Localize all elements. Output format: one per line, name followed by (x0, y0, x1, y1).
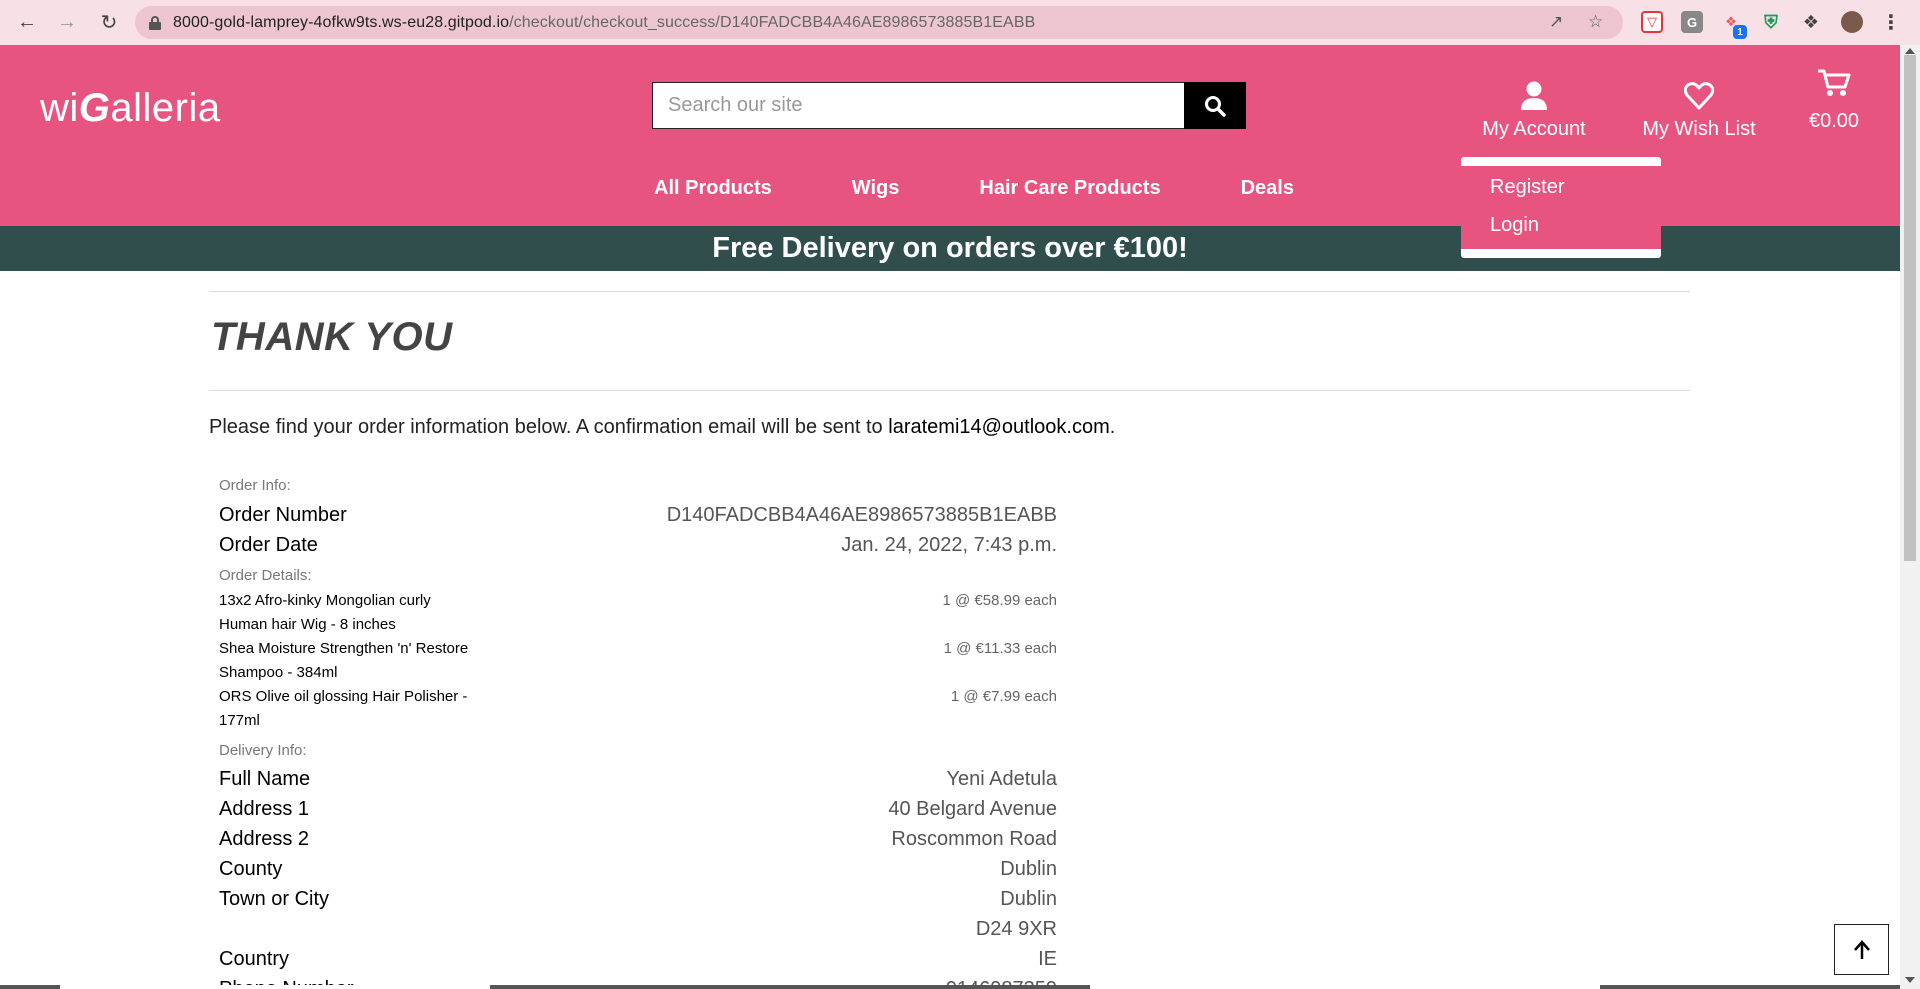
site-header: wiGalleria My Account My Wish List 0 (0, 45, 1900, 258)
delivery-label: Country (219, 948, 290, 970)
register-link[interactable]: Register (1461, 176, 1661, 199)
my-account-label: My Account (1482, 118, 1586, 140)
nav-hair-care-products[interactable]: Hair Care Products (979, 177, 1160, 200)
wish-list-label: My Wish List (1642, 118, 1756, 140)
main-nav: All Products Wigs Hair Care Products Dea… (654, 177, 1374, 200)
delivery-row: D24 9XR (219, 918, 1057, 941)
order-number-label: Order Number (219, 504, 347, 526)
cart-total: €0.00 (1808, 110, 1860, 132)
extension-badge: 1 (1733, 25, 1747, 39)
delivery-row: Full Name Yeni Adetula (219, 768, 1057, 791)
item-name: 13x2 Afro-kinky Mongolian curly Human ha… (219, 592, 431, 633)
item-name: Shea Moisture Strengthen 'n' Restore Sha… (219, 640, 469, 681)
delivery-value: Roscommon Road (891, 828, 1057, 850)
delivery-row: County Dublin (219, 858, 1057, 881)
arrow-up-icon (1853, 939, 1870, 959)
delivery-value: 40 Belgard Avenue (888, 798, 1057, 820)
divider (209, 390, 1690, 391)
forward-icon[interactable]: → (52, 8, 82, 38)
profile-avatar[interactable] (1841, 11, 1863, 33)
scroll-thumb[interactable] (1904, 55, 1916, 561)
page-scrollbar[interactable] (1900, 45, 1920, 989)
delivery-label: County (219, 858, 283, 880)
pocket-extension-icon[interactable]: ▽ (1641, 11, 1663, 33)
order-item: 13x2 Afro-kinky Mongolian curly Human ha… (219, 589, 1057, 637)
cart-link[interactable]: 0 €0.00 (1808, 67, 1860, 133)
order-number-value: D140FADCBB4A46AE8986573885B1EABB (666, 504, 1057, 526)
item-qty-price: 1 @ €58.99 each (942, 592, 1057, 609)
back-to-top-button[interactable] (1834, 924, 1889, 975)
delivery-value: Yeni Adetula (946, 768, 1057, 790)
search-button[interactable] (1184, 82, 1246, 129)
delivery-row: Town or City Dublin (219, 888, 1057, 911)
order-date-value: Jan. 24, 2022, 7:43 p.m. (841, 534, 1057, 556)
delivery-label: Address 2 (219, 828, 310, 850)
order-details-label: Order Details: (219, 567, 312, 584)
delivery-label: Town or City (219, 888, 330, 910)
address-bar[interactable]: 8000-gold-lamprey-4ofkw9ts.ws-eu28.gitpo… (135, 6, 1623, 39)
delivery-value: D24 9XR (975, 918, 1057, 940)
reload-icon[interactable]: ↻ (94, 8, 124, 38)
order-number-row: Order Number D140FADCBB4A46AE8986573885B… (219, 504, 1057, 527)
delivery-value: Dublin (1000, 888, 1057, 910)
puzzle-extensions-icon[interactable]: ❖ (1800, 11, 1822, 33)
share-icon[interactable]: ↗ (1549, 12, 1563, 32)
item-name: ORS Olive oil glossing Hair Polisher - 1… (219, 688, 468, 729)
scroll-up-arrow[interactable] (1905, 48, 1915, 54)
cart-count: 0 (1830, 75, 1837, 87)
delivery-row: Country IE (219, 948, 1057, 971)
nav-all-products[interactable]: All Products (654, 177, 772, 200)
user-icon (1521, 81, 1547, 110)
lock-icon[interactable] (149, 15, 161, 30)
search-icon (1205, 95, 1226, 117)
delivery-label: Full Name (219, 768, 311, 790)
delivery-label: Address 1 (219, 798, 310, 820)
account-dropdown: Register Login (1461, 157, 1661, 258)
site-logo[interactable]: wiGalleria (40, 86, 221, 131)
delivery-info-label: Delivery Info: (219, 742, 307, 759)
delivery-value: Dublin (1000, 858, 1057, 880)
wish-list-link[interactable]: My Wish List (1640, 80, 1758, 141)
login-link[interactable]: Login (1461, 214, 1661, 237)
intro-text: Please find your order information below… (209, 416, 1116, 438)
grammar-extension-icon[interactable]: G (1681, 11, 1703, 33)
order-item: ORS Olive oil glossing Hair Polisher - 1… (219, 685, 1057, 733)
divider (209, 291, 1690, 292)
menu-kebab-icon[interactable]: ⋮ (1880, 11, 1902, 34)
taskbar-strip (0, 985, 1900, 989)
url-text[interactable]: 8000-gold-lamprey-4ofkw9ts.ws-eu28.gitpo… (173, 14, 1035, 32)
order-date-label: Order Date (219, 534, 318, 556)
back-icon[interactable]: ← (12, 8, 42, 38)
delivery-value: IE (1038, 948, 1057, 970)
order-item: Shea Moisture Strengthen 'n' Restore Sha… (219, 637, 1057, 685)
confirmation-email: laratemi14@outlook.com (888, 416, 1110, 438)
browser-toolbar: ← → ↻ 8000-gold-lamprey-4ofkw9ts.ws-eu28… (0, 0, 1920, 45)
order-date-row: Order Date Jan. 24, 2022, 7:43 p.m. (219, 534, 1057, 557)
item-qty-price: 1 @ €11.33 each (943, 640, 1057, 657)
delivery-row: Address 2 Roscommon Road (219, 828, 1057, 851)
shield-extension-icon[interactable]: ⛨ (1760, 11, 1782, 33)
item-qty-price: 1 @ €7.99 each (950, 688, 1057, 705)
search-form (652, 82, 1247, 129)
scroll-down-arrow[interactable] (1905, 977, 1915, 983)
delivery-row: Address 1 40 Belgard Avenue (219, 798, 1057, 821)
cart-icon-wrap: 0 (1808, 67, 1860, 107)
page-title: THANK YOU (211, 315, 453, 359)
bookmark-star-icon[interactable]: ☆ (1588, 12, 1603, 32)
my-account-link[interactable]: My Account (1480, 80, 1588, 141)
search-input[interactable] (652, 82, 1184, 129)
order-info-label: Order Info: (219, 477, 291, 494)
nav-deals[interactable]: Deals (1241, 177, 1294, 200)
heart-icon (1684, 82, 1714, 110)
nav-wigs[interactable]: Wigs (852, 177, 900, 200)
